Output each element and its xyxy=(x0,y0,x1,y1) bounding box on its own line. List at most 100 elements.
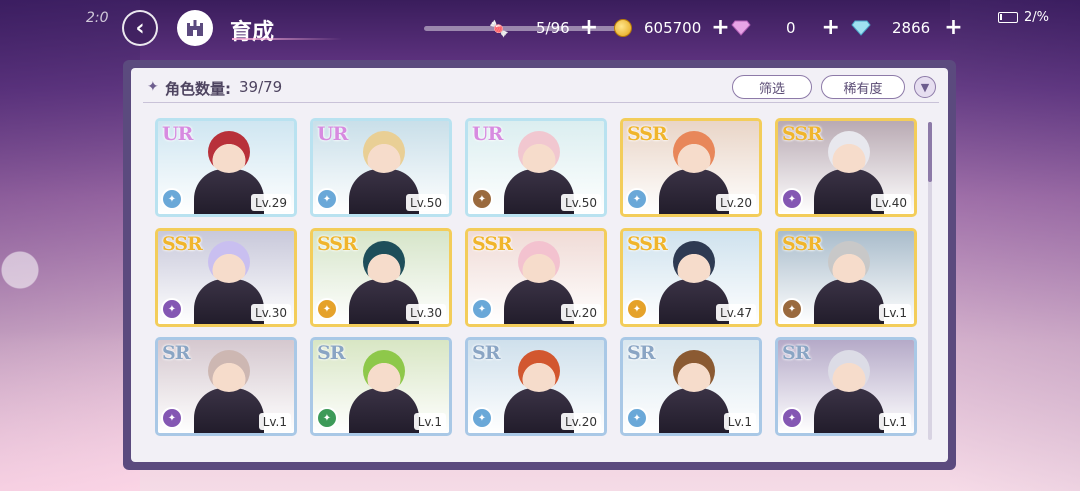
class-icon: ✦ xyxy=(781,298,803,320)
character-card[interactable]: SR ✦ Lv.1 xyxy=(155,337,297,436)
class-icon: ✦ xyxy=(316,407,338,429)
level-label: Lv.29 xyxy=(251,194,291,211)
class-icon: ✦ xyxy=(781,407,803,429)
back-button[interactable]: ‹ xyxy=(122,10,158,46)
level-label: Lv.50 xyxy=(561,194,601,211)
character-head xyxy=(363,350,405,392)
level-label: Lv.47 xyxy=(716,304,756,321)
character-card[interactable]: UR ✦ Lv.29 xyxy=(155,118,297,217)
blue-diamond-plus-button[interactable]: + xyxy=(944,17,962,39)
blue-diamond-value: 2866 xyxy=(892,19,931,37)
sort-toggle-icon: ▼ xyxy=(920,80,930,94)
panel-header: ✦ 角色数量: 39/79 筛选 稀有度 ▼ xyxy=(131,68,948,104)
class-icon: ✦ xyxy=(161,298,183,320)
character-card[interactable]: SR ✦ Lv.1 xyxy=(310,337,452,436)
character-body xyxy=(659,388,729,433)
candy-plus-button[interactable]: + xyxy=(580,17,598,39)
rarity-badge: SSR xyxy=(627,233,668,255)
header-divider xyxy=(143,102,939,103)
pink-diamond-plus-button[interactable]: + xyxy=(822,17,840,39)
resource-gold: 605700 + xyxy=(612,17,730,39)
battery-value: 2/% xyxy=(1024,10,1050,25)
level-label: Lv.1 xyxy=(878,413,911,430)
character-panel: ✦ 角色数量: 39/79 筛选 稀有度 ▼ UR ✦ Lv.29 UR ✦ Lv.50 U… xyxy=(131,68,948,462)
resource-blue-diamond: 2866 + xyxy=(850,17,963,39)
character-head xyxy=(518,131,560,173)
filter-button[interactable]: 筛选 xyxy=(732,75,812,99)
grid-scrollbar[interactable] xyxy=(928,122,932,440)
character-head xyxy=(208,350,250,392)
rarity-badge: SR xyxy=(472,342,500,364)
character-body xyxy=(194,388,264,433)
rarity-badge: SSR xyxy=(782,233,823,255)
gold-plus-button[interactable]: + xyxy=(711,17,729,39)
status-time: 2:0 xyxy=(86,10,109,26)
character-card[interactable]: SSR ✦ Lv.20 xyxy=(465,228,607,327)
rarity-badge: UR xyxy=(162,123,193,145)
class-icon: ✦ xyxy=(316,188,338,210)
rarity-badge: SR xyxy=(782,342,810,364)
class-icon: ✦ xyxy=(626,188,648,210)
class-icon: ✦ xyxy=(626,298,648,320)
rarity-badge: SSR xyxy=(782,123,823,145)
character-head xyxy=(518,350,560,392)
resource-pink-diamond: 0 + xyxy=(730,17,840,39)
pink-diamond-icon xyxy=(730,17,752,39)
status-battery: 2/% xyxy=(998,10,1049,25)
class-icon: ✦ xyxy=(161,188,183,210)
character-card[interactable]: SSR ✦ Lv.47 xyxy=(620,228,762,327)
character-card[interactable]: SSR ✦ Lv.40 xyxy=(775,118,917,217)
rarity-badge: SSR xyxy=(317,233,358,255)
character-head xyxy=(673,350,715,392)
pink-diamond-value: 0 xyxy=(786,19,796,37)
rarity-badge: SR xyxy=(162,342,190,364)
level-label: Lv.20 xyxy=(561,413,601,430)
character-head xyxy=(673,241,715,283)
character-body xyxy=(814,279,884,324)
home-button[interactable] xyxy=(177,10,213,46)
rarity-sort-button[interactable]: 稀有度 xyxy=(821,75,905,99)
castle-home-icon xyxy=(187,20,203,36)
rarity-badge: UR xyxy=(317,123,348,145)
rarity-badge: SSR xyxy=(627,123,668,145)
character-body xyxy=(349,388,419,433)
character-card[interactable]: SR ✦ Lv.1 xyxy=(620,337,762,436)
resource-candy: 🍬 5/96 + xyxy=(488,17,598,39)
character-head xyxy=(828,131,870,173)
level-label: Lv.20 xyxy=(716,194,756,211)
gold-value: 605700 xyxy=(644,19,702,37)
character-card[interactable]: UR ✦ Lv.50 xyxy=(310,118,452,217)
character-head xyxy=(673,131,715,173)
top-bar: 2:0 ‹ 育成 🍬 5/96 + 605700 + 0 + 2866 + 2/… xyxy=(0,0,1080,58)
blue-diamond-icon xyxy=(850,17,872,39)
character-card[interactable]: SR ✦ Lv.1 xyxy=(775,337,917,436)
class-icon: ✦ xyxy=(781,188,803,210)
character-card[interactable]: SSR ✦ Lv.1 xyxy=(775,228,917,327)
level-label: Lv.50 xyxy=(406,194,446,211)
class-icon: ✦ xyxy=(161,407,183,429)
level-label: Lv.40 xyxy=(871,194,911,211)
character-head xyxy=(828,241,870,283)
character-head xyxy=(363,241,405,283)
candy-icon: 🍬 xyxy=(489,18,509,38)
title-underline-decoration xyxy=(232,38,342,40)
character-card[interactable]: SSR ✦ Lv.30 xyxy=(155,228,297,327)
rarity-badge: SR xyxy=(317,342,345,364)
character-card[interactable]: SR ✦ Lv.20 xyxy=(465,337,607,436)
level-label: Lv.30 xyxy=(251,304,291,321)
sort-order-button[interactable]: ▼ xyxy=(914,76,936,98)
page-title: 育成 xyxy=(230,20,275,45)
rarity-badge: SR xyxy=(627,342,655,364)
back-arrow-icon: ‹ xyxy=(135,15,145,41)
character-count-label: 角色数量: xyxy=(165,80,231,98)
character-card[interactable]: UR ✦ Lv.50 xyxy=(465,118,607,217)
class-icon: ✦ xyxy=(626,407,648,429)
rarity-badge: UR xyxy=(472,123,503,145)
character-body xyxy=(814,388,884,433)
character-card[interactable]: SSR ✦ Lv.20 xyxy=(620,118,762,217)
grid-scrollbar-thumb[interactable] xyxy=(928,122,932,182)
level-label: Lv.30 xyxy=(406,304,446,321)
class-icon: ✦ xyxy=(316,298,338,320)
character-card[interactable]: SSR ✦ Lv.30 xyxy=(310,228,452,327)
character-head xyxy=(518,241,560,283)
